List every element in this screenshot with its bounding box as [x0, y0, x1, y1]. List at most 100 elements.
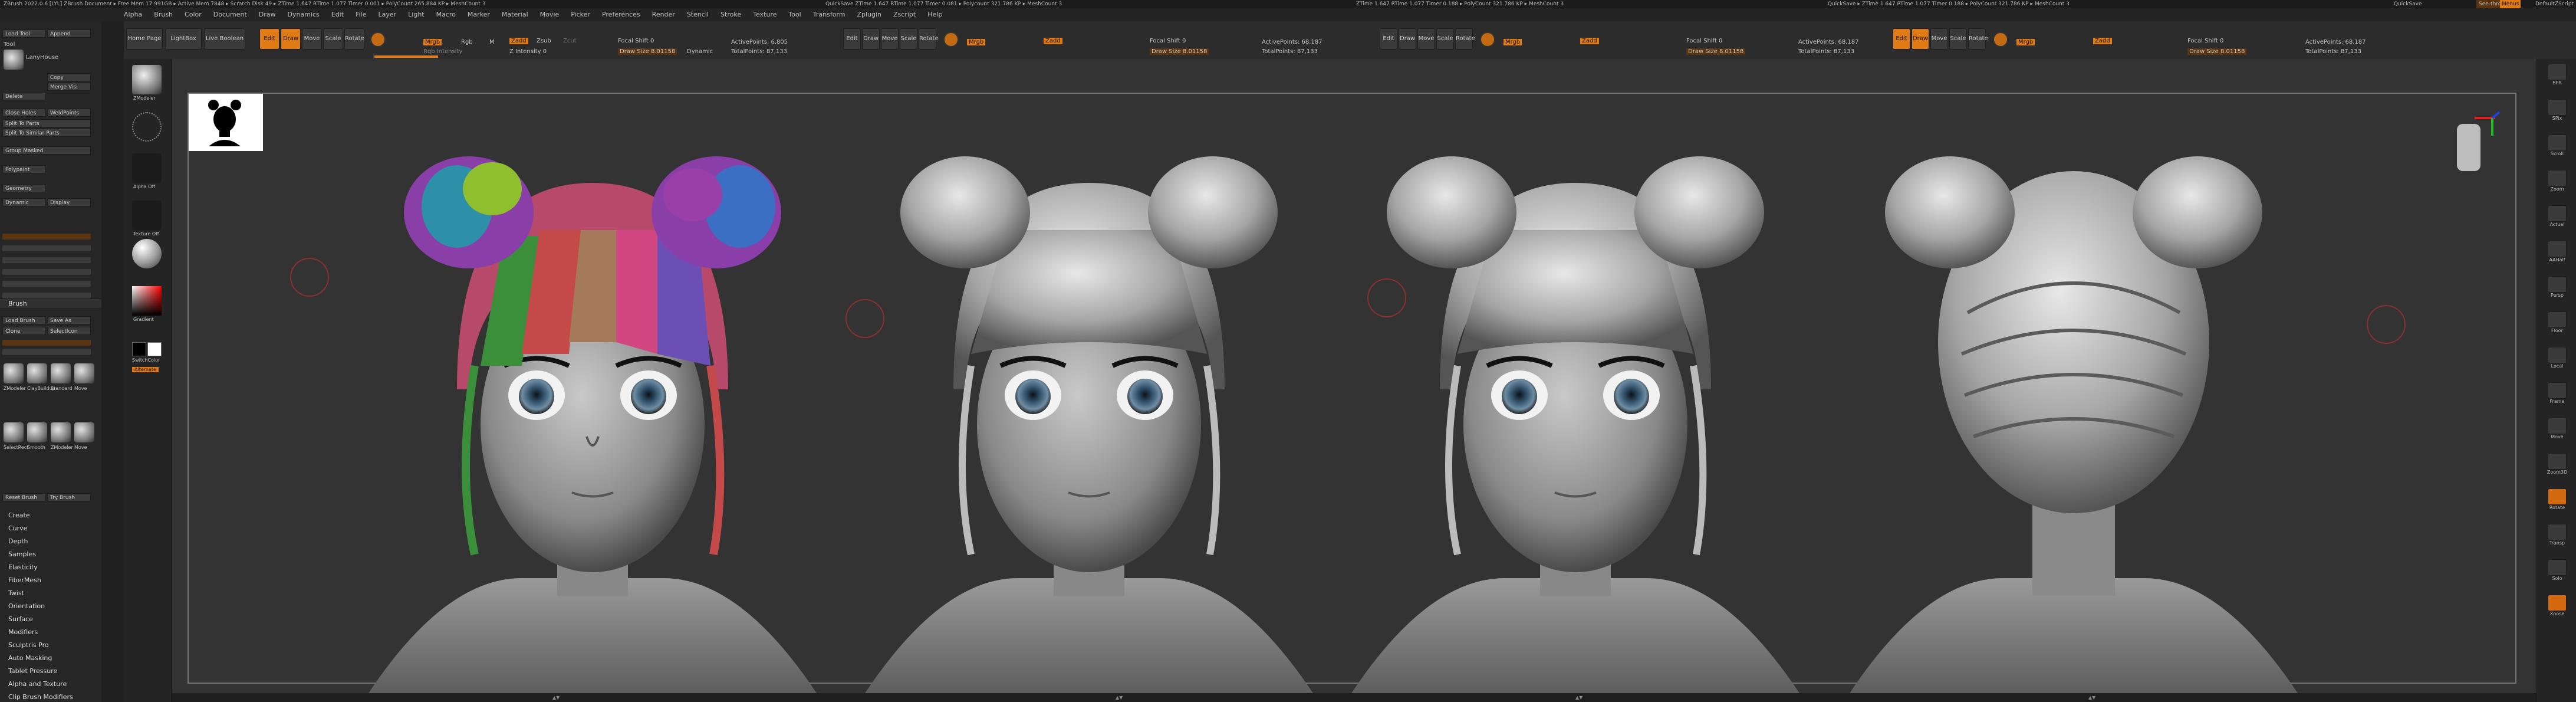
- select-icon-button[interactable]: SelectIcon: [47, 327, 91, 335]
- move-button-2[interactable]: Move: [881, 28, 899, 50]
- brush-icon[interactable]: [51, 422, 71, 442]
- rotate-button-4[interactable]: Rotate: [1968, 28, 1988, 50]
- right-tool-icon[interactable]: [2548, 382, 2567, 399]
- right-tool-icon[interactable]: [2548, 135, 2567, 151]
- quicksave-button[interactable]: QuickSave: [2394, 0, 2422, 8]
- brush-subsection[interactable]: Elasticity: [0, 563, 101, 572]
- menu-item[interactable]: Marker: [468, 11, 490, 18]
- menu-item[interactable]: Macro: [436, 11, 456, 18]
- draw-size-slider-2[interactable]: Draw Size 8.01158: [1150, 48, 1209, 55]
- polypaint-button[interactable]: Polypaint: [2, 165, 46, 173]
- try-brush-button[interactable]: Try Brush: [47, 493, 91, 501]
- canvas-viewport[interactable]: [172, 59, 2536, 693]
- zadd-toggle-2[interactable]: Zadd: [1044, 38, 1062, 44]
- draw-size-slider-4[interactable]: Draw Size 8.01158: [2187, 48, 2247, 55]
- geometry-button[interactable]: Geometry: [2, 184, 46, 192]
- scale-button-3[interactable]: Scale: [1436, 28, 1454, 50]
- draw-size-slider[interactable]: Draw Size 8.01158: [618, 48, 677, 55]
- right-tool-icon[interactable]: [2548, 488, 2567, 505]
- menu-item[interactable]: Material: [502, 11, 528, 18]
- focal-shift-slider[interactable]: Focal Shift 0: [618, 38, 654, 44]
- main-color-swatch[interactable]: [132, 342, 146, 356]
- brush-icon[interactable]: [4, 422, 24, 442]
- brush-slider[interactable]: [2, 340, 91, 346]
- left-slider-5[interactable]: [2, 281, 91, 287]
- brush-subsection[interactable]: Surface: [0, 615, 101, 624]
- home-page-button[interactable]: Home Page: [126, 28, 163, 50]
- menu-item[interactable]: Transform: [813, 11, 845, 18]
- menu-item[interactable]: Zscript: [893, 11, 916, 18]
- menu-item[interactable]: Alpha: [124, 11, 142, 18]
- brush-slider-2[interactable]: [2, 349, 91, 355]
- zmodeler-thumb[interactable]: [132, 65, 162, 94]
- draw-button[interactable]: Draw: [281, 28, 301, 50]
- secondary-color-swatch[interactable]: [147, 342, 162, 356]
- menu-item[interactable]: Preferences: [602, 11, 640, 18]
- menu-item[interactable]: Stroke: [721, 11, 741, 18]
- brush-subsection[interactable]: Clip Brush Modifiers: [0, 693, 101, 702]
- brush-subsection[interactable]: Alpha and Texture: [0, 680, 101, 689]
- right-tool-icon[interactable]: [2548, 276, 2567, 293]
- left-slider-6[interactable]: [2, 293, 91, 298]
- edit-button[interactable]: Edit: [259, 28, 279, 50]
- tool-thumbnail[interactable]: [4, 50, 24, 70]
- brush-subsection[interactable]: Auto Masking: [0, 654, 101, 663]
- right-tool-icon[interactable]: [2548, 205, 2567, 222]
- delete-button[interactable]: Delete: [2, 92, 46, 100]
- mrgb-toggle-4[interactable]: Mrgb: [2016, 39, 2035, 45]
- merge-button[interactable]: Merge Visi: [47, 83, 91, 91]
- material-swatch[interactable]: [370, 32, 386, 47]
- left-slider-4[interactable]: [2, 269, 91, 275]
- rotate-button-3[interactable]: Rotate: [1455, 28, 1475, 50]
- right-tool-icon[interactable]: [2548, 170, 2567, 186]
- mrgb-toggle-3[interactable]: Mrgb: [1504, 39, 1522, 45]
- brush-subsection[interactable]: Orientation: [0, 602, 101, 611]
- brush-subsection[interactable]: Curve: [0, 524, 101, 533]
- left-slider-2[interactable]: [2, 245, 91, 251]
- material-swatch-3[interactable]: [1480, 32, 1495, 47]
- right-tool-icon[interactable]: [2548, 559, 2567, 576]
- draw-button-3[interactable]: Draw: [1399, 28, 1416, 50]
- menu-item[interactable]: File: [356, 11, 366, 18]
- menu-item[interactable]: Render: [652, 11, 675, 18]
- left-slider-1[interactable]: [2, 234, 91, 240]
- brush-subsection[interactable]: Samples: [0, 550, 101, 559]
- brush-subsection[interactable]: Tablet Pressure: [0, 667, 101, 676]
- right-tool-icon[interactable]: [2548, 453, 2567, 470]
- move-button-3[interactable]: Move: [1417, 28, 1435, 50]
- menu-item[interactable]: Help: [927, 11, 942, 18]
- menu-item[interactable]: Zplugin: [857, 11, 881, 18]
- draw-size-slider-3[interactable]: Draw Size 8.01158: [1686, 48, 1746, 55]
- rotate-button[interactable]: Rotate: [344, 28, 364, 50]
- menu-item[interactable]: Brush: [154, 11, 173, 18]
- m-toggle[interactable]: M: [489, 39, 495, 45]
- draw-button-4[interactable]: Draw: [1912, 28, 1929, 50]
- dynamic-button[interactable]: Dynamic: [2, 198, 46, 206]
- edit-button-2[interactable]: Edit: [843, 28, 861, 50]
- scale-button-2[interactable]: Scale: [900, 28, 917, 50]
- texture-thumb[interactable]: [132, 201, 162, 230]
- reset-brush-button[interactable]: Reset Brush: [2, 493, 46, 501]
- mrgb-toggle[interactable]: Mrgb: [423, 39, 442, 45]
- alternate-button[interactable]: Alternate: [132, 367, 159, 372]
- scale-button[interactable]: Scale: [323, 28, 343, 50]
- bottom-arrows-2[interactable]: ▲▼: [1116, 693, 1123, 702]
- zcut-toggle[interactable]: Zcut: [563, 38, 577, 44]
- focal-shift-slider-3[interactable]: Focal Shift 0: [1686, 38, 1722, 44]
- material-swatch-4[interactable]: [1993, 32, 2008, 47]
- menu-item[interactable]: Stencil: [687, 11, 709, 18]
- edit-button-4[interactable]: Edit: [1893, 28, 1910, 50]
- load-tool-button[interactable]: Load Tool: [2, 29, 46, 38]
- split-similar-button[interactable]: Split To Similar Parts: [2, 129, 91, 137]
- menu-item[interactable]: Edit: [331, 11, 344, 18]
- right-tool-icon[interactable]: [2548, 311, 2567, 328]
- default-zscript[interactable]: DefaultZScript: [2535, 0, 2574, 8]
- rgb-toggle[interactable]: Rgb: [461, 39, 473, 45]
- load-brush-button[interactable]: Load Brush: [2, 316, 46, 324]
- brush-subsection[interactable]: FiberMesh: [0, 576, 101, 585]
- brush-subsection[interactable]: Twist: [0, 589, 101, 598]
- close-holes-button[interactable]: Close Holes: [2, 109, 46, 117]
- brush-subsection[interactable]: Sculptris Pro: [0, 641, 101, 650]
- menu-item[interactable]: Dynamics: [288, 11, 320, 18]
- move-button[interactable]: Move: [302, 28, 322, 50]
